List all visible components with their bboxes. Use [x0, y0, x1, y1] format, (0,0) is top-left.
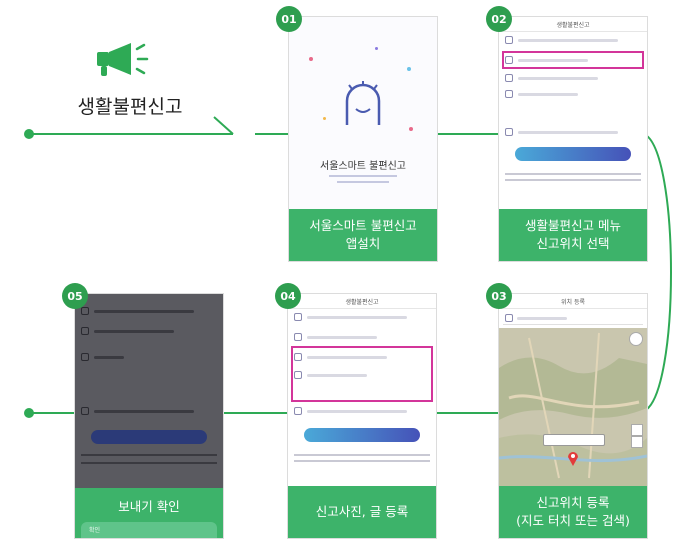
- confetti-dot: [407, 67, 411, 71]
- location-tooltip: [543, 434, 605, 446]
- confirm-dialog: 보내기 확인 확인: [75, 488, 223, 538]
- camera-icon: [505, 74, 513, 82]
- photo-text-highlight: [291, 346, 433, 402]
- connector-line-top-left: [28, 133, 233, 135]
- connector-dot-top: [24, 129, 34, 139]
- step-02-caption-line1: 생활불편신고 메뉴: [525, 218, 621, 233]
- step-02-badge: 02: [486, 6, 512, 32]
- connector-line-top-right: [436, 133, 498, 135]
- form-row: [505, 89, 641, 99]
- confetti-dot: [323, 117, 326, 120]
- address-search-input[interactable]: [503, 312, 643, 325]
- heart-icon: [505, 128, 513, 136]
- step-01-badge: 01: [276, 6, 302, 32]
- confirm-button-label: 확인: [89, 527, 101, 534]
- submit-button[interactable]: [304, 428, 420, 442]
- confirm-button[interactable]: 확인: [81, 522, 217, 538]
- step-05-badge: 05: [62, 283, 88, 309]
- zoom-out-button[interactable]: [631, 436, 643, 448]
- step-03-badge: 03: [486, 283, 512, 309]
- app-splash-screen: 서울스마트 불편신고: [289, 17, 437, 209]
- form-row: [294, 406, 430, 416]
- step-05-caption: 보내기 확인: [118, 499, 180, 514]
- pencil-icon: [505, 90, 513, 98]
- step-02-caption-line2: 신고위치 선택: [536, 236, 610, 251]
- connector-line-bottom-right: [434, 412, 498, 414]
- step-04-card: 생활불편신고 신고사진, 글 등록: [287, 293, 437, 539]
- connector-slash: [213, 116, 234, 135]
- confetti-dot: [309, 57, 313, 61]
- screen-header: 생활불편신고: [288, 294, 436, 309]
- connector-dot-bottom: [24, 408, 34, 418]
- heart-icon: [294, 407, 302, 415]
- step-02-card: 생활불편신고 생활불편신고 메뉴 신고위치 선택: [498, 16, 648, 262]
- megaphone-icon: [97, 43, 149, 76]
- location-highlight: [502, 51, 644, 69]
- search-icon: [505, 314, 513, 322]
- connector-line-top-mid: [255, 133, 288, 135]
- category-icon: [505, 36, 513, 44]
- step-03-card: 위치 등록 신고위치 등록 (지도 터치 또는 검색): [498, 293, 648, 539]
- screen-header: 생활불편신고: [499, 17, 647, 32]
- splash-subtext-placeholder: [337, 181, 389, 183]
- connector-line-bottom-left: [28, 412, 74, 414]
- step-01-caption-line2: 앱설치: [345, 236, 381, 251]
- form-row: [505, 73, 641, 83]
- step-05-card: 보내기 확인 확인: [74, 293, 224, 539]
- form-row: [505, 35, 641, 45]
- step-01-caption-line1: 서울스마트 불편신고: [309, 218, 417, 233]
- map-pin-icon: [568, 452, 578, 466]
- screen-header: 위치 등록: [499, 294, 647, 309]
- form-row: [505, 127, 641, 137]
- app-name-label: 서울스마트 불편신고: [320, 161, 406, 172]
- form-row: [294, 312, 430, 322]
- compass-button[interactable]: [629, 332, 643, 346]
- step-03-caption: 신고위치 등록 (지도 터치 또는 검색): [499, 486, 647, 538]
- map-view[interactable]: [499, 328, 647, 486]
- submit-button[interactable]: [515, 147, 631, 161]
- page-title: 생활불편신고: [77, 96, 183, 118]
- step-04-badge: 04: [275, 283, 301, 309]
- zoom-in-button[interactable]: [631, 424, 643, 436]
- step-03-caption-line1: 신고위치 등록: [536, 495, 610, 510]
- confetti-dot: [409, 127, 413, 131]
- connector-line-bottom-mid: [221, 412, 287, 414]
- splash-subtext-placeholder: [329, 175, 397, 177]
- confetti-dot: [375, 47, 378, 50]
- step-02-caption: 생활불편신고 메뉴 신고위치 선택: [499, 209, 647, 261]
- step-01-caption: 서울스마트 불편신고 앱설치: [289, 209, 437, 261]
- form-row: [294, 332, 430, 342]
- step-04-caption: 신고사진, 글 등록: [288, 486, 436, 538]
- step-03-caption-line2: (지도 터치 또는 검색): [516, 513, 630, 528]
- step-01-card: 서울스마트 불편신고 서울스마트 불편신고 앱설치: [288, 16, 438, 262]
- location-icon: [294, 333, 302, 341]
- category-icon: [294, 313, 302, 321]
- smiley-ghost-icon: [345, 81, 381, 125]
